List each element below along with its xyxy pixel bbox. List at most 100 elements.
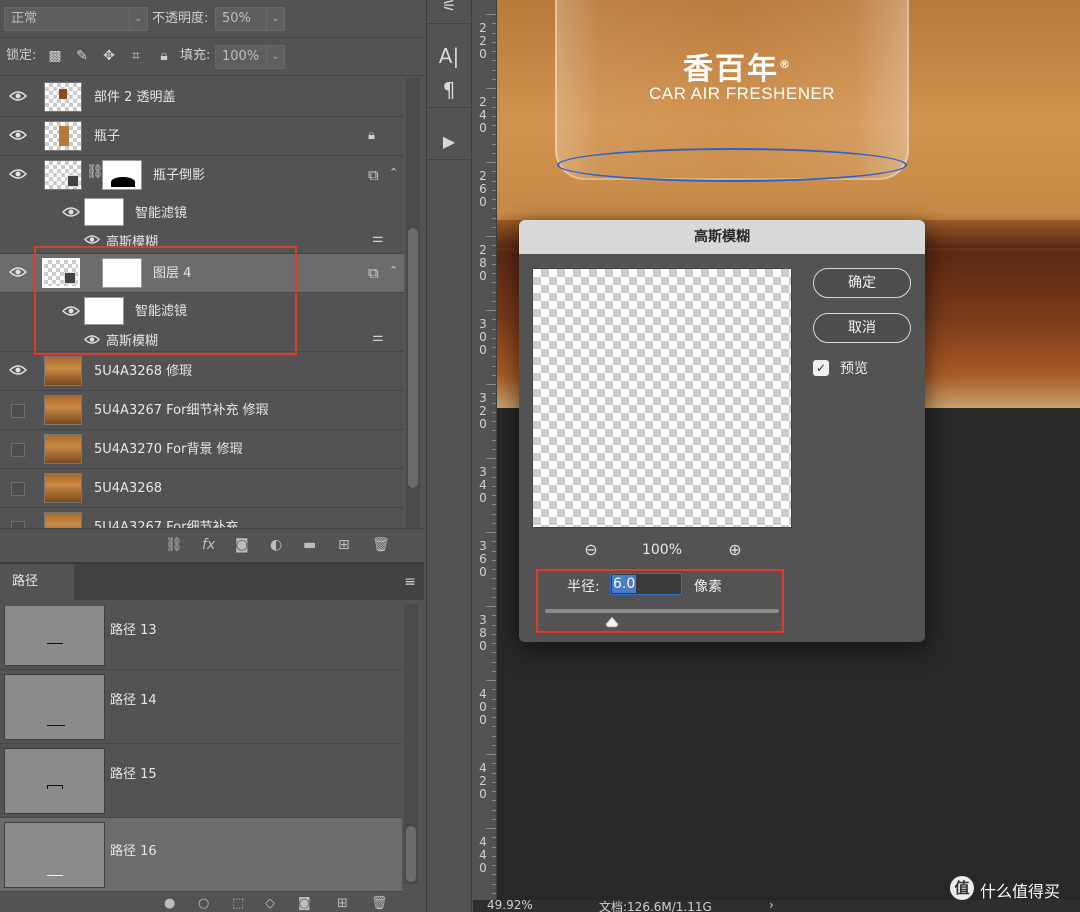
layer-row[interactable]: 5U4A3270 For背景 修瑕 — [0, 430, 404, 469]
fill-value: 100% — [222, 49, 260, 64]
path-row[interactable]: 路径 14 — [0, 670, 402, 744]
lock-paint-icon[interactable]: ✎ — [73, 47, 91, 65]
layer-row[interactable]: 5U4A3267 For细节补充 修瑕 — [0, 391, 404, 430]
ruler-tick — [492, 892, 496, 894]
fill-input[interactable]: 100% ⌄ — [215, 45, 285, 69]
stroke-path-icon[interactable]: ○ — [198, 896, 209, 911]
make-path-icon[interactable]: ◇ — [265, 896, 275, 911]
lock-artboard-icon[interactable]: ⌗ — [127, 47, 145, 65]
eye-icon[interactable] — [62, 206, 80, 218]
preview-label: 预览 — [840, 361, 868, 377]
lock-move-icon[interactable]: ✥ — [100, 47, 118, 65]
paths-list: 路径 13 路径 14 路径 15 路径 16 — [0, 606, 402, 896]
ruler-tick — [492, 430, 496, 432]
scrollbar-thumb[interactable] — [408, 228, 418, 488]
ruler-tick — [492, 504, 496, 506]
add-mask-icon[interactable]: ◙ — [298, 896, 311, 911]
chevron-right-icon[interactable]: › — [769, 900, 774, 912]
ruler-tick — [492, 652, 496, 654]
ruler-tick — [492, 670, 496, 672]
eye-icon[interactable] — [9, 364, 27, 376]
eye-icon[interactable] — [9, 90, 27, 102]
lock-transparent-icon[interactable]: ▩ — [46, 47, 64, 65]
ruler-tick — [492, 337, 496, 339]
filter-options-icon[interactable]: ⚌ — [372, 330, 384, 345]
fill-label: 填充: — [180, 48, 211, 63]
eye-icon[interactable] — [84, 234, 100, 245]
zoom-out-icon[interactable]: ⊖ — [581, 540, 601, 560]
opacity-input[interactable]: 50% ⌄ — [215, 7, 285, 31]
ruler-tick — [492, 282, 496, 284]
ruler-tick — [492, 855, 496, 857]
ruler-tick — [492, 421, 496, 422]
folder-icon[interactable]: ▬ — [303, 537, 316, 553]
blend-mode-value: 正常 — [11, 11, 38, 26]
panel-menu-icon[interactable]: ≡ — [404, 574, 416, 590]
lock-all-icon[interactable]: 🔒︎ — [155, 47, 173, 65]
zoom-level[interactable]: 49.92% — [487, 900, 533, 912]
new-layer-icon[interactable]: ⊞ — [338, 537, 350, 553]
paths-scrollbar[interactable] — [404, 604, 418, 884]
ruler-tick — [492, 643, 496, 644]
trash-icon[interactable]: 🗑︎ — [372, 537, 390, 553]
visibility-toggle[interactable] — [11, 482, 25, 496]
chevron-up-icon[interactable]: ⌃ — [389, 264, 398, 277]
ruler-tick — [492, 180, 496, 182]
eye-icon[interactable] — [9, 266, 27, 278]
filter-preview[interactable] — [532, 268, 792, 528]
adjustments-icon[interactable]: ⚟ — [427, 0, 471, 24]
tab-paths[interactable]: 路径 — [0, 564, 74, 600]
eye-icon[interactable] — [9, 168, 27, 180]
eye-icon[interactable] — [9, 129, 27, 141]
visibility-toggle[interactable] — [11, 404, 25, 418]
load-selection-icon[interactable]: ⬚ — [232, 896, 244, 911]
layer-row[interactable]: ⛓ 瓶子倒影 ⧉ ⌃ 智能滤镜 高斯模糊 ⚌ — [0, 156, 404, 254]
layers-lock-bar: 锁定: ▩ ✎ ✥ ⌗ 🔒︎ 填充: 100% ⌄ — [0, 38, 424, 76]
blend-mode-select[interactable]: 正常 ⌄ — [4, 7, 148, 31]
zoom-in-icon[interactable]: ⊕ — [725, 540, 745, 560]
fill-path-icon[interactable]: ● — [164, 896, 175, 911]
layer-row[interactable]: 5U4A3267 For细节补充 — [0, 508, 404, 528]
character-icon[interactable]: A| — [427, 38, 471, 74]
play-action-icon[interactable]: ▶ — [427, 124, 471, 160]
chevron-up-icon[interactable]: ⌃ — [389, 166, 398, 179]
trash-icon[interactable]: 🗑︎ — [371, 896, 388, 911]
ruler-tick — [492, 69, 496, 71]
ruler-tick — [486, 162, 496, 163]
visibility-toggle[interactable] — [11, 521, 25, 528]
filter-options-icon[interactable]: ⚌ — [372, 231, 384, 246]
layers-scrollbar[interactable] — [406, 78, 420, 528]
paragraph-icon[interactable]: ¶ — [427, 72, 471, 108]
layer-row[interactable]: 瓶子 🔒︎ — [0, 117, 404, 156]
preview-checkbox[interactable]: ✓ — [813, 360, 829, 376]
ruler-tick — [492, 569, 496, 570]
layer-row[interactable]: 5U4A3268 修瑕 — [0, 352, 404, 391]
ruler-tick — [492, 347, 496, 348]
visibility-toggle[interactable] — [11, 443, 25, 457]
ok-button[interactable]: 确定 — [813, 268, 911, 298]
path-row-selected[interactable]: 路径 16 — [0, 818, 402, 892]
add-mask-icon[interactable]: ◙ — [235, 537, 249, 553]
path-row[interactable]: 路径 15 — [0, 744, 402, 818]
link-layers-icon[interactable]: ⛓ — [165, 537, 183, 553]
highlight-box — [34, 246, 297, 355]
adjustment-layer-icon[interactable]: ◐ — [270, 537, 282, 553]
layer-mask-thumbnail[interactable] — [102, 160, 142, 190]
layer-name: 部件 2 透明盖 — [94, 90, 176, 105]
ruler-tick — [492, 356, 496, 358]
ruler-tick — [492, 735, 496, 737]
ruler-tick — [492, 143, 496, 145]
lock-label: 锁定: — [6, 48, 37, 63]
ruler-tick — [492, 744, 496, 746]
new-path-icon[interactable]: ⊞ — [337, 896, 348, 911]
path-row[interactable]: 路径 13 — [0, 606, 402, 670]
cancel-button[interactable]: 取消 — [813, 313, 911, 343]
scrollbar-thumb[interactable] — [406, 826, 416, 882]
ruler-tick — [492, 273, 496, 274]
fx-icon[interactable]: fx — [202, 537, 215, 553]
path-thumbnail — [4, 822, 105, 888]
filter-mask-thumbnail[interactable] — [84, 198, 124, 226]
layer-row[interactable]: 5U4A3268 — [0, 469, 404, 508]
ruler-tick — [492, 661, 496, 663]
layer-row[interactable]: 部件 2 透明盖 — [0, 78, 404, 117]
